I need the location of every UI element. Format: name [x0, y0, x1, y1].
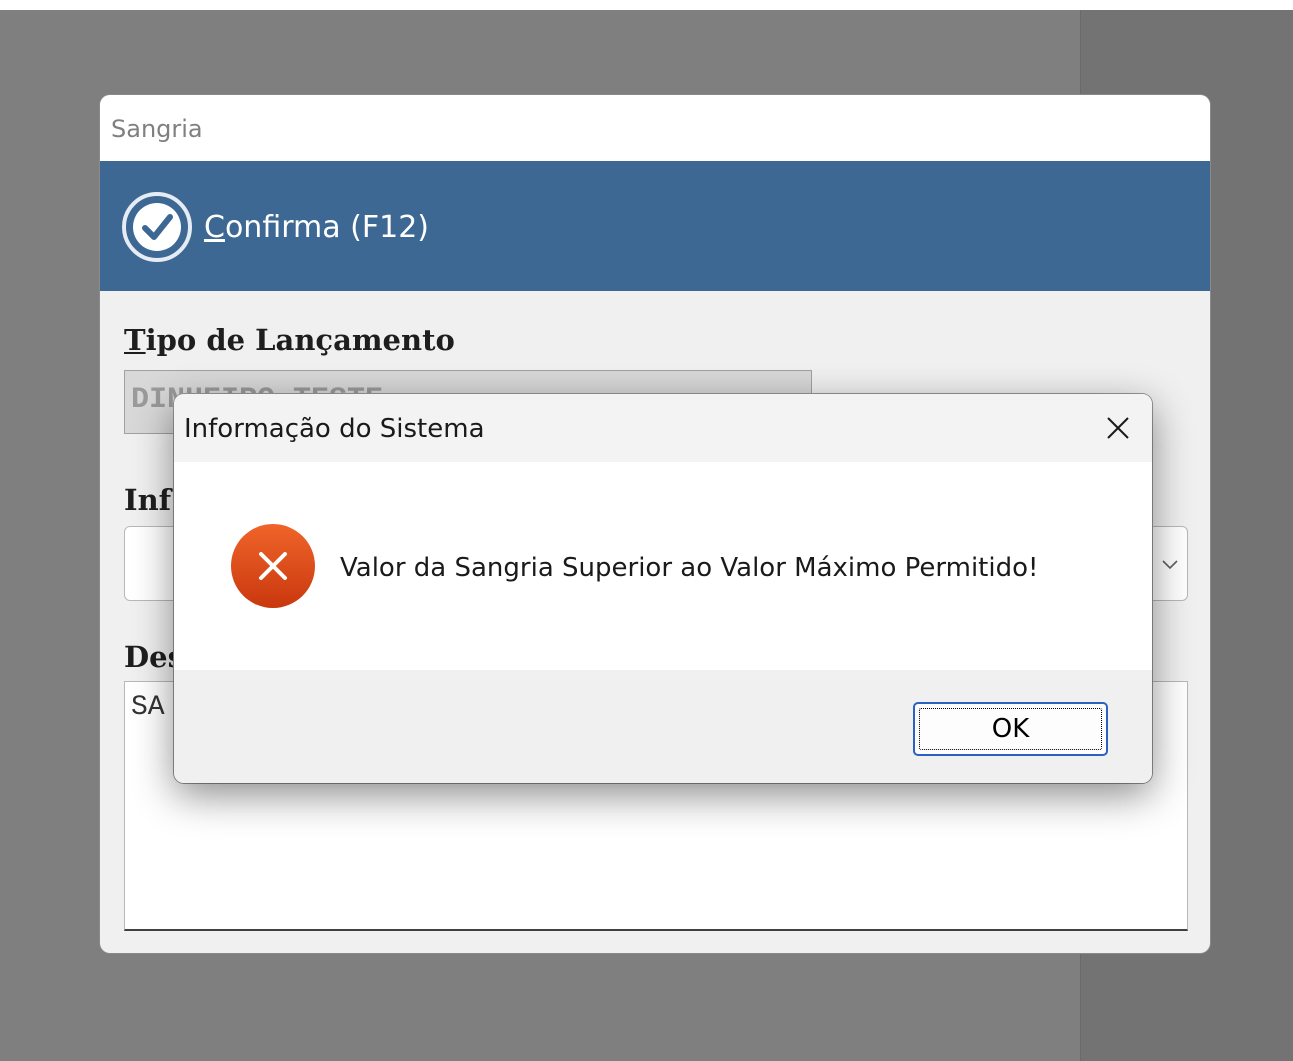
window-title: Sangria: [111, 115, 203, 143]
dialog-close-button[interactable]: [1094, 406, 1142, 450]
dialog-title-bar: Informação do Sistema: [174, 394, 1152, 462]
informacao-label: Inf: [124, 483, 172, 517]
ok-button-label: OK: [991, 714, 1030, 744]
system-info-dialog: Informação do Sistema Valor da Sangria S…: [174, 394, 1152, 783]
tipo-mnemonic: T: [124, 323, 146, 357]
dialog-message: Valor da Sangria Superior ao Valor Máxim…: [340, 553, 1039, 583]
toolbar: Confirma (F12): [100, 161, 1210, 291]
screen-top-strip: [0, 0, 1293, 10]
confirm-mnemonic: C: [204, 209, 225, 245]
dialog-body: Valor da Sangria Superior ao Valor Máxim…: [174, 462, 1152, 670]
window-title-bar: Sangria: [100, 95, 1210, 161]
dialog-footer: OK: [174, 670, 1152, 783]
error-icon: [231, 524, 315, 608]
tipo-label-rest: ipo de Lançamento: [145, 323, 455, 357]
confirm-button-label: Confirma (F12): [204, 210, 429, 245]
chevron-down-icon: [1162, 560, 1178, 570]
dialog-title: Informação do Sistema: [184, 414, 485, 444]
check-circle-icon: [122, 192, 192, 262]
tipo-lancamento-label: Tipo de Lançamento: [124, 323, 455, 357]
ok-button[interactable]: OK: [913, 702, 1108, 756]
close-icon: [1107, 417, 1129, 439]
confirm-button[interactable]: Confirma (F12): [120, 187, 429, 267]
confirm-label-rest: onfirma (F12): [224, 209, 430, 245]
